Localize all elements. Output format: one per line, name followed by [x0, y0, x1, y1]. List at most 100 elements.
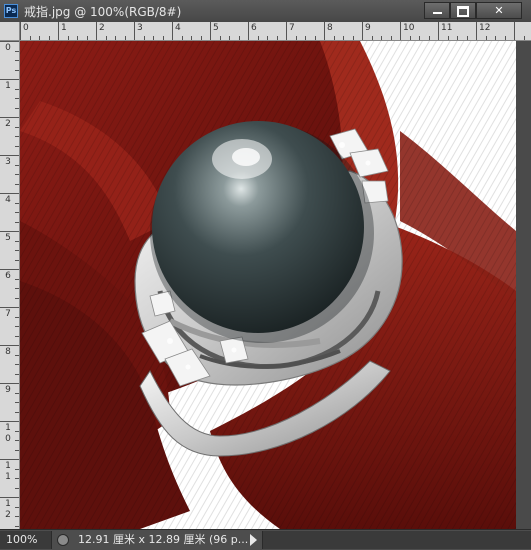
ruler-tick [15, 364, 19, 365]
ruler-tick [144, 36, 145, 40]
ruler-tick [15, 450, 19, 451]
ruler-tick [15, 70, 19, 71]
ruler-tick [20, 22, 21, 40]
ruler-label: 6 [251, 23, 257, 33]
ruler-tick [419, 36, 420, 40]
ruler-tick [15, 250, 19, 251]
ruler-tick [15, 146, 19, 147]
ruler-label: 6 [5, 271, 11, 281]
ruler-tick [15, 317, 19, 318]
ruler-label: 5 [5, 233, 11, 243]
ruler-tick [410, 36, 411, 40]
ruler-tick [15, 203, 19, 204]
ruler-tick [362, 22, 363, 40]
ruler-tick [153, 36, 154, 40]
ruler-tick [172, 22, 173, 40]
ruler-tick [210, 22, 211, 40]
ruler-tick [15, 516, 19, 517]
ruler-tick [134, 22, 135, 40]
horizontal-scrollbar[interactable] [262, 531, 531, 549]
ruler-tick [15, 526, 19, 527]
ruler-tick [0, 459, 19, 460]
ruler-tick [448, 36, 449, 40]
ruler-label: 1 [5, 81, 11, 91]
ruler-tick [191, 36, 192, 40]
vertical-ruler[interactable]: 0123456789101112 [0, 41, 20, 529]
ruler-tick [15, 51, 19, 52]
ruler-tick [0, 155, 19, 156]
ruler-tick [372, 36, 373, 40]
ruler-tick [296, 36, 297, 40]
ruler-label: 9 [365, 23, 371, 33]
ruler-tick [324, 22, 325, 40]
close-button[interactable]: ✕ [476, 2, 522, 19]
ruler-origin[interactable] [0, 22, 20, 41]
vertical-scrollbar[interactable] [516, 41, 531, 529]
ruler-tick [15, 374, 19, 375]
horizontal-ruler[interactable]: 0 1 2 3 4 5 6 7 8 9 10 11 12 [20, 22, 531, 41]
ruler-label: 11 [5, 461, 11, 482]
ruler-tick [15, 440, 19, 441]
maximize-button[interactable] [450, 2, 476, 19]
ruler-tick [0, 421, 19, 422]
document-window: Ps 戒指.jpg @ 100%(RGB/8#) ✕ 0 1 2 3 4 5 6 7 8 9 10 1… [0, 0, 531, 550]
ruler-tick [106, 36, 107, 40]
ruler-tick [39, 36, 40, 40]
ruler-tick [15, 326, 19, 327]
ruler-tick [524, 36, 525, 40]
ruler-tick [0, 117, 19, 118]
ruler-tick [15, 174, 19, 175]
ruler-label: 4 [5, 195, 11, 205]
status-menu-arrow-icon[interactable] [250, 534, 257, 546]
ruler-label: 4 [175, 23, 181, 33]
ruler-tick [239, 36, 240, 40]
ruler-label: 2 [5, 119, 11, 129]
close-icon: ✕ [494, 4, 504, 17]
ruler-label: 7 [289, 23, 295, 33]
ruler-tick [0, 383, 19, 384]
ruler-tick [15, 212, 19, 213]
ruler-label: 1 [61, 23, 67, 33]
document-title: 戒指.jpg @ 100%(RGB/8#) [24, 5, 182, 19]
ruler-tick [0, 193, 19, 194]
image-canvas[interactable] [20, 41, 516, 529]
ruler-tick [438, 22, 439, 40]
ruler-tick [220, 36, 221, 40]
ruler-tick [0, 41, 19, 42]
ruler-tick [49, 36, 50, 40]
ruler-tick [15, 402, 19, 403]
ruler-label: 8 [5, 347, 11, 357]
ruler-tick [457, 36, 458, 40]
ruler-label: 12 [479, 23, 491, 33]
ruler-tick [486, 36, 487, 40]
ruler-tick [258, 36, 259, 40]
ruler-tick [125, 36, 126, 40]
ring-photo [20, 41, 516, 529]
minimize-button[interactable] [424, 2, 450, 19]
title-bar[interactable]: Ps 戒指.jpg @ 100%(RGB/8#) ✕ [0, 0, 531, 23]
photoshop-icon: Ps [4, 4, 18, 18]
ruler-tick [15, 260, 19, 261]
ruler-tick [343, 36, 344, 40]
ruler-tick [15, 165, 19, 166]
ruler-tick [514, 22, 515, 40]
ruler-tick [163, 36, 164, 40]
ruler-tick [476, 22, 477, 40]
ruler-tick [15, 184, 19, 185]
ruler-label: 2 [99, 23, 105, 33]
ruler-tick [0, 497, 19, 498]
ruler-tick [277, 36, 278, 40]
ruler-tick [87, 36, 88, 40]
ruler-tick [505, 36, 506, 40]
ruler-tick [391, 36, 392, 40]
ruler-tick [15, 298, 19, 299]
ruler-tick [429, 36, 430, 40]
ruler-tick [0, 269, 19, 270]
zoom-level-field[interactable]: 100% [0, 531, 52, 549]
ruler-tick [353, 36, 354, 40]
ruler-tick [115, 36, 116, 40]
document-info-icon[interactable] [57, 534, 69, 546]
ruler-label: 8 [327, 23, 333, 33]
ruler-tick [15, 127, 19, 128]
ruler-tick [0, 79, 19, 80]
